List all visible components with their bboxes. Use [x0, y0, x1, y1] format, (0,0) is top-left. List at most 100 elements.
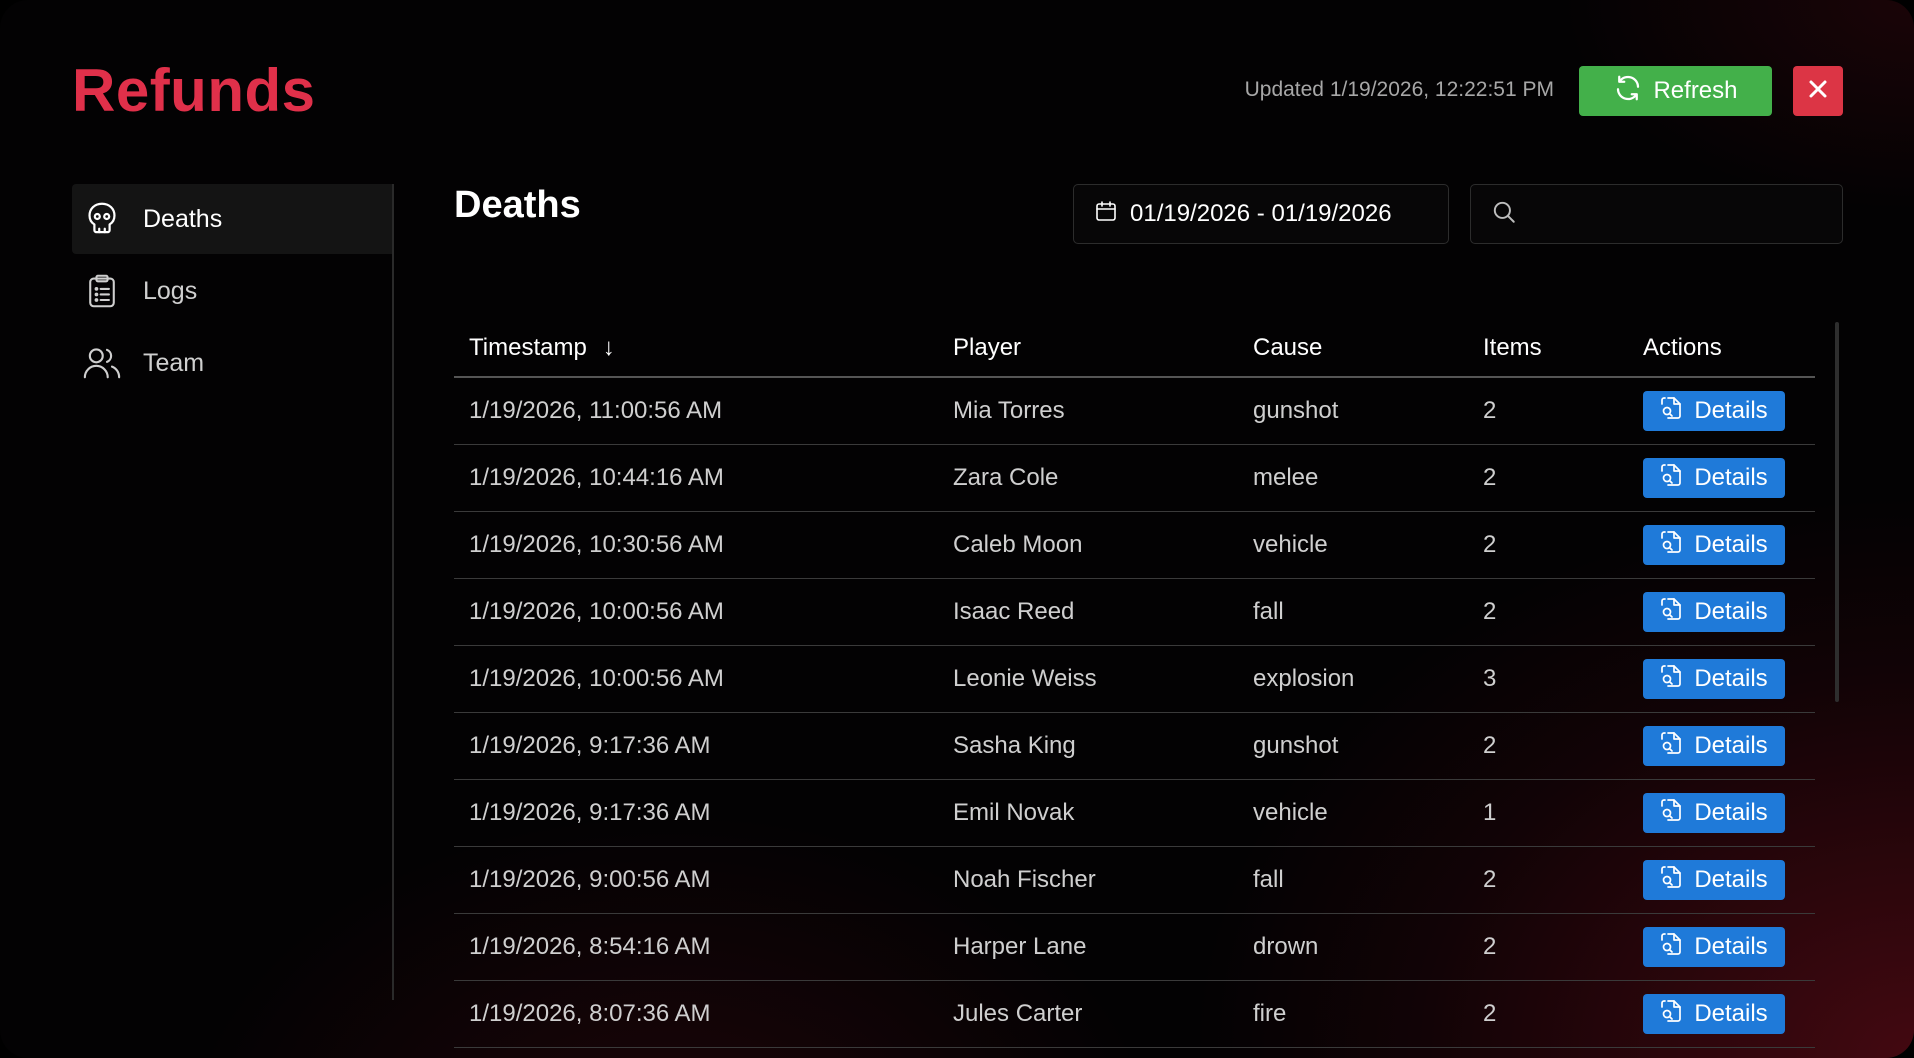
cell-player: Noah Fischer	[953, 866, 1096, 893]
cell-player: Leonie Weiss	[953, 665, 1097, 692]
column-header-actions: Actions	[1643, 334, 1722, 361]
sidebar-item-deaths[interactable]: Deaths	[72, 184, 392, 254]
last-updated-text: Updated 1/19/2026, 12:22:51 PM	[1244, 78, 1554, 101]
cell-items: 3	[1483, 665, 1497, 692]
cell-items: 2	[1483, 732, 1497, 759]
sidebar: Deaths Logs Team	[72, 184, 394, 1000]
table-row: 1/19/2026, 8:54:16 AM Harper Lane drown …	[454, 914, 1815, 981]
document-search-icon	[1660, 396, 1682, 427]
details-button[interactable]: Details	[1643, 726, 1785, 766]
cell-actions: Details	[1643, 726, 1815, 766]
close-button[interactable]	[1793, 66, 1843, 116]
table-row: 1/19/2026, 9:00:56 AM Noah Fischer fall …	[454, 847, 1815, 914]
date-range-picker[interactable]: 01/19/2026 - 01/19/2026	[1073, 184, 1449, 244]
details-button[interactable]: Details	[1643, 793, 1785, 833]
search-icon	[1491, 199, 1517, 230]
column-header-timestamp[interactable]: Timestamp ↓	[454, 334, 953, 362]
table-row: 1/19/2026, 11:00:56 AM Mia Torres gunsho…	[454, 378, 1815, 445]
cell-cause: explosion	[1253, 665, 1355, 692]
cell-cause: fire	[1253, 1000, 1287, 1027]
details-button[interactable]: Details	[1643, 659, 1785, 699]
table-body: 1/19/2026, 11:00:56 AM Mia Torres gunsho…	[454, 378, 1815, 1048]
details-label: Details	[1694, 732, 1768, 759]
table-row: 1/19/2026, 10:30:56 AM Caleb Moon vehicl…	[454, 512, 1815, 579]
table-row: 1/19/2026, 10:00:56 AM Isaac Reed fall 2…	[454, 579, 1815, 646]
cell-items: 2	[1483, 464, 1497, 491]
cell-timestamp: 1/19/2026, 10:00:56 AM	[469, 665, 724, 692]
details-button[interactable]: Details	[1643, 458, 1785, 498]
cell-timestamp: 1/19/2026, 8:07:36 AM	[469, 1000, 711, 1027]
sidebar-item-label: Deaths	[143, 204, 223, 233]
app-logo: Refunds	[72, 57, 316, 124]
date-range-value: 01/19/2026 - 01/19/2026	[1130, 200, 1392, 227]
document-search-icon	[1660, 932, 1682, 963]
details-label: Details	[1694, 933, 1768, 960]
cell-cause: gunshot	[1253, 732, 1339, 759]
cell-player: Caleb Moon	[953, 531, 1083, 558]
details-label: Details	[1694, 866, 1768, 893]
cell-timestamp: 1/19/2026, 11:00:56 AM	[469, 397, 723, 424]
table-scrollbar[interactable]	[1835, 322, 1839, 702]
details-button[interactable]: Details	[1643, 927, 1785, 967]
column-header-player[interactable]: Player	[953, 334, 1253, 362]
cell-items: 2	[1483, 598, 1497, 625]
sidebar-item-label: Team	[143, 348, 205, 377]
cell-actions: Details	[1643, 659, 1815, 699]
column-header-label: Timestamp	[469, 334, 587, 361]
document-search-icon	[1660, 664, 1682, 695]
cell-timestamp: 1/19/2026, 10:00:56 AM	[469, 598, 724, 625]
details-button[interactable]: Details	[1643, 592, 1785, 632]
cell-timestamp: 1/19/2026, 9:00:56 AM	[469, 866, 711, 893]
refresh-label: Refresh	[1653, 77, 1738, 104]
details-label: Details	[1694, 665, 1768, 692]
details-button[interactable]: Details	[1643, 994, 1785, 1034]
search-box[interactable]	[1470, 184, 1843, 244]
cell-player: Isaac Reed	[953, 598, 1075, 625]
cell-cause: vehicle	[1253, 531, 1328, 558]
document-search-icon	[1660, 798, 1682, 829]
details-label: Details	[1694, 464, 1768, 491]
column-header-items[interactable]: Items	[1483, 334, 1643, 362]
cell-items: 1	[1483, 799, 1497, 826]
search-input[interactable]	[1529, 200, 1842, 228]
sidebar-item-label: Logs	[143, 276, 198, 305]
table-row: 1/19/2026, 8:07:36 AM Jules Carter fire …	[454, 981, 1815, 1048]
document-search-icon	[1660, 530, 1682, 561]
table-row: 1/19/2026, 9:17:36 AM Emil Novak vehicle…	[454, 780, 1815, 847]
page-title: Deaths	[454, 184, 581, 226]
users-icon	[82, 343, 122, 383]
refresh-button[interactable]: Refresh	[1579, 66, 1772, 116]
details-label: Details	[1694, 598, 1768, 625]
cell-actions: Details	[1643, 860, 1815, 900]
sidebar-item-team[interactable]: Team	[72, 328, 392, 398]
cell-timestamp: 1/19/2026, 10:44:16 AM	[469, 464, 724, 491]
document-search-icon	[1660, 597, 1682, 628]
table-row: 1/19/2026, 10:00:56 AM Leonie Weiss expl…	[454, 646, 1815, 713]
app-window: Refunds Updated 1/19/2026, 12:22:51 PM R…	[0, 0, 1914, 1058]
sidebar-item-logs[interactable]: Logs	[72, 256, 392, 326]
cell-actions: Details	[1643, 391, 1815, 431]
column-header-cause[interactable]: Cause	[1253, 334, 1483, 362]
details-label: Details	[1694, 397, 1768, 424]
cell-timestamp: 1/19/2026, 10:30:56 AM	[469, 531, 724, 558]
cell-timestamp: 1/19/2026, 9:17:36 AM	[469, 732, 711, 759]
refresh-icon	[1613, 73, 1643, 110]
details-button[interactable]: Details	[1643, 860, 1785, 900]
details-button[interactable]: Details	[1643, 525, 1785, 565]
deaths-table: Timestamp ↓ Player Cause Items Actions 1…	[454, 320, 1815, 1048]
cell-cause: fall	[1253, 866, 1284, 893]
details-button[interactable]: Details	[1643, 391, 1785, 431]
cell-player: Sasha King	[953, 732, 1076, 759]
table-header: Timestamp ↓ Player Cause Items Actions	[454, 320, 1815, 378]
cell-items: 2	[1483, 397, 1497, 424]
cell-player: Harper Lane	[953, 933, 1087, 960]
cell-player: Jules Carter	[953, 1000, 1083, 1027]
cell-items: 2	[1483, 531, 1497, 558]
cell-actions: Details	[1643, 994, 1815, 1034]
cell-timestamp: 1/19/2026, 9:17:36 AM	[469, 799, 711, 826]
document-search-icon	[1660, 865, 1682, 896]
clipboard-list-icon	[82, 271, 122, 311]
cell-actions: Details	[1643, 927, 1815, 967]
sort-descending-icon: ↓	[602, 334, 615, 361]
cell-actions: Details	[1643, 525, 1815, 565]
